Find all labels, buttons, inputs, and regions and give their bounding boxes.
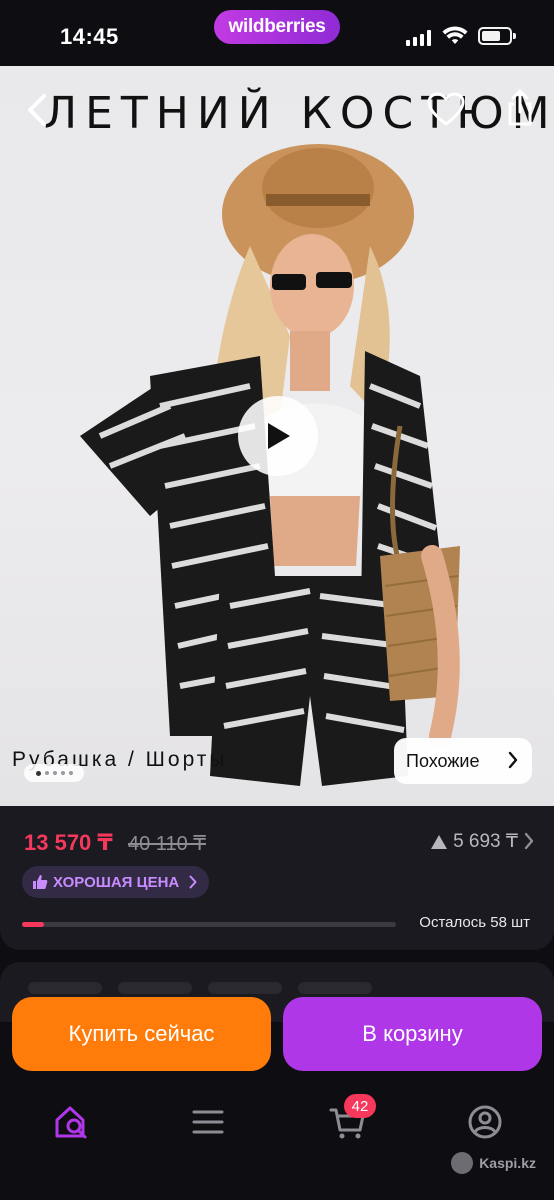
add-to-cart-button[interactable]: В корзину <box>283 997 542 1071</box>
heart-icon[interactable] <box>426 90 466 130</box>
option-chip[interactable] <box>298 982 372 994</box>
price-dynamics-value: 5 693 ₸ <box>453 831 518 852</box>
gallery-dot <box>52 771 57 775</box>
similar-products-button[interactable]: Похожие <box>394 738 532 784</box>
gallery-dot <box>44 771 49 775</box>
gallery-page-indicator[interactable] <box>24 764 84 782</box>
chevron-right-icon <box>189 875 197 889</box>
option-chip[interactable] <box>28 982 102 994</box>
option-chip[interactable] <box>118 982 192 994</box>
good-price-badge[interactable]: ХОРОШАЯ ЦЕНА <box>22 866 210 898</box>
thumbs-up-icon <box>33 875 48 889</box>
buy-now-button[interactable]: Купить сейчас <box>12 997 271 1071</box>
option-chip[interactable] <box>208 982 282 994</box>
kaspi-logo-icon <box>451 1152 474 1174</box>
price-card: 13 570 ₸ 40 110 ₸ 5 693 ₸ ХОРОШАЯ ЦЕНА О… <box>0 806 554 950</box>
brand-logo[interactable]: wildberries <box>214 10 340 44</box>
gallery-dot <box>60 771 65 775</box>
bottom-tab-bar <box>0 1080 554 1200</box>
battery-icon <box>478 27 516 45</box>
gallery-dot <box>68 771 73 775</box>
back-icon[interactable] <box>20 90 56 130</box>
status-bar: 14:45 wildberries <box>0 0 554 66</box>
watermark-text: Kaspi.kz <box>479 1155 536 1171</box>
similar-button-label: Похожие <box>406 750 480 771</box>
play-icon <box>268 423 290 449</box>
current-price: 13 570 ₸ <box>24 830 113 855</box>
chevron-right-icon <box>508 751 518 769</box>
old-price: 40 110 ₸ <box>128 833 206 855</box>
stock-progress-bar <box>22 922 396 927</box>
chevron-right-icon[interactable] <box>524 832 534 850</box>
status-time: 14:45 <box>60 24 119 49</box>
wifi-icon <box>442 26 468 44</box>
gallery-dot <box>35 770 41 776</box>
share-icon[interactable] <box>500 88 540 128</box>
photo-title-overlay: ЛЕТНИЙ КОСТЮМ <box>44 88 554 139</box>
price-dynamics[interactable]: 5 693 ₸ <box>431 830 518 853</box>
good-price-label: ХОРОШАЯ ЦЕНА <box>53 873 180 891</box>
play-video-button[interactable] <box>238 396 318 476</box>
cart-count-badge: 42 <box>344 1094 376 1118</box>
home-search-icon[interactable] <box>50 1100 94 1144</box>
stock-remaining: Осталось 58 шт <box>419 914 530 931</box>
profile-icon[interactable] <box>463 1100 507 1144</box>
triangle-up-icon <box>431 834 448 849</box>
watermark: Kaspi.kz <box>451 1152 536 1174</box>
menu-icon[interactable] <box>186 1100 230 1144</box>
product-gallery[interactable]: ЛЕТНИЙ КОСТЮМ Рубашка / Шорты Похожие <box>0 66 554 806</box>
stock-progress-fill <box>22 922 45 927</box>
cellular-signal-icon <box>406 30 432 46</box>
